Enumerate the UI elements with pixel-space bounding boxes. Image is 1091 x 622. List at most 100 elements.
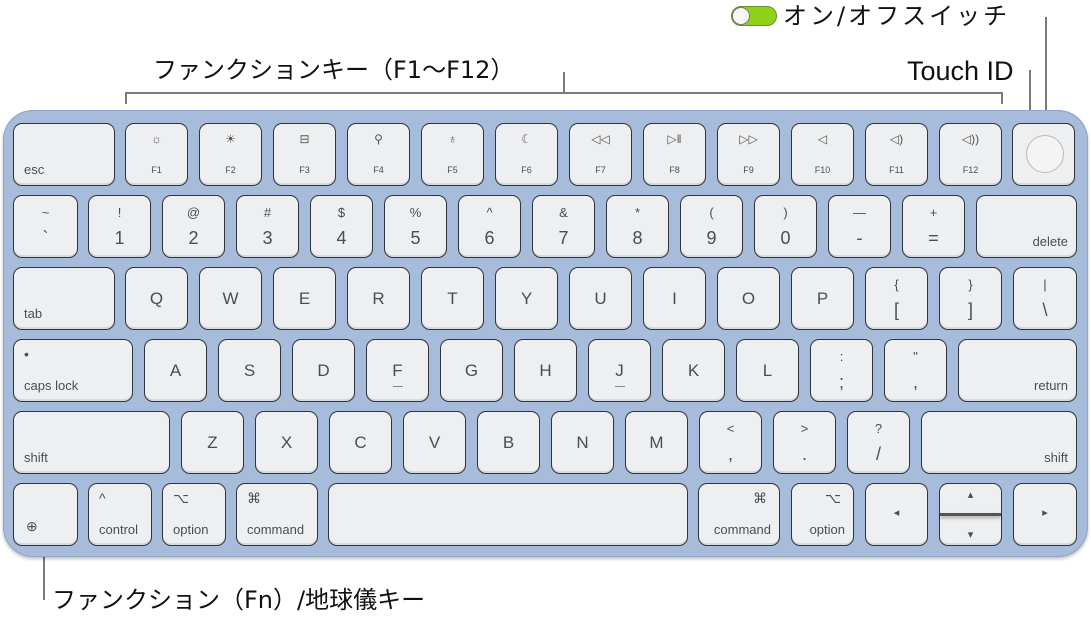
bracket-right-tick	[1001, 92, 1003, 104]
key-f9[interactable]: ▷▷ F9	[717, 123, 780, 186]
key-v[interactable]: V	[403, 411, 466, 474]
power-switch-toggle-icon	[731, 6, 777, 26]
key-symbol: 8	[632, 228, 643, 248]
key-o[interactable]: O	[717, 267, 780, 330]
key-a[interactable]: A	[144, 339, 207, 402]
toggle-knob	[732, 7, 750, 25]
key-e[interactable]: E	[273, 267, 336, 330]
key-0[interactable]: ) 0	[754, 195, 817, 258]
key-f8[interactable]: ▷‖ F8	[643, 123, 706, 186]
key-1[interactable]: ! 1	[88, 195, 151, 258]
key-letter: H	[539, 361, 552, 380]
key-q[interactable]: Q	[125, 267, 188, 330]
key-5[interactable]: % 5	[384, 195, 447, 258]
key-[[interactable]: {[	[865, 267, 928, 330]
key-r[interactable]: R	[347, 267, 410, 330]
key-/[interactable]: ? /	[847, 411, 910, 474]
key-f1[interactable]: ☼ F1	[125, 123, 188, 186]
key-,[interactable]: <,	[699, 411, 762, 474]
key-i[interactable]: I	[643, 267, 706, 330]
key-u[interactable]: U	[569, 267, 632, 330]
key-f5[interactable]: ♁ F5	[421, 123, 484, 186]
key-h[interactable]: H	[514, 339, 577, 402]
key-shift-symbol: |	[1043, 277, 1047, 292]
key-symbol: .	[801, 444, 807, 464]
key-symbol: ⌘	[753, 490, 767, 506]
key-s[interactable]: S	[218, 339, 281, 402]
key-control[interactable]: control ^	[88, 483, 152, 546]
key-.[interactable]: >.	[773, 411, 836, 474]
key-3[interactable]: #3	[236, 195, 299, 258]
key-label: F9	[743, 165, 754, 175]
key-tab[interactable]: tab	[13, 267, 115, 330]
key-shift-symbol: —	[853, 205, 866, 220]
key--[interactable]: — -	[828, 195, 891, 258]
key-command[interactable]: command ⌘	[236, 483, 318, 546]
fn-globe-key-callout: ファンクション（Fn）/地球儀キー	[52, 586, 426, 614]
key-b[interactable]: B	[477, 411, 540, 474]
key-9[interactable]: (9	[680, 195, 743, 258]
key-x[interactable]: X	[255, 411, 318, 474]
key-f[interactable]: F	[366, 339, 429, 402]
key-f4[interactable]: ⚲ F4	[347, 123, 410, 186]
key-letter: W	[222, 289, 239, 308]
key-,[interactable]: ",	[884, 339, 947, 402]
key-g[interactable]: G	[440, 339, 503, 402]
fn-globe-key[interactable]: ⊕	[13, 483, 78, 546]
key-k[interactable]: K	[662, 339, 725, 402]
key-c[interactable]: C	[329, 411, 392, 474]
key-p[interactable]: P	[791, 267, 854, 330]
key-f2[interactable]: ☀ F2	[199, 123, 262, 186]
key-][interactable]: }]	[939, 267, 1002, 330]
key-;[interactable]: :;	[810, 339, 873, 402]
key-esc[interactable]: esc	[13, 123, 115, 186]
key-shift-symbol: &	[559, 205, 568, 220]
key-f6[interactable]: ☾ F6	[495, 123, 558, 186]
key-j[interactable]: J	[588, 339, 651, 402]
mission-control-icon: ⊟	[299, 132, 310, 146]
key-f7[interactable]: ◁◁ F7	[569, 123, 632, 186]
key-right-return[interactable]: return	[958, 339, 1077, 402]
key-4[interactable]: $4	[310, 195, 373, 258]
key-letter: T	[447, 289, 458, 308]
mute-icon: ◁	[817, 132, 828, 146]
key-t[interactable]: T	[421, 267, 484, 330]
key-right-delete[interactable]: delete	[976, 195, 1077, 258]
key-label: command	[713, 522, 771, 537]
key-n[interactable]: N	[551, 411, 614, 474]
key-right-shift[interactable]: shift	[921, 411, 1077, 474]
brightness-down-icon: ☼	[151, 132, 162, 146]
right-arrow-key[interactable]: ▸	[1013, 483, 1077, 546]
key-6[interactable]: ^ 6	[458, 195, 521, 258]
key-z[interactable]: Z	[181, 411, 244, 474]
up-down-arrow-keys[interactable]: ▴ ▾	[939, 483, 1002, 546]
key-\[interactable]: | \	[1013, 267, 1077, 330]
key-f10[interactable]: ◁ F10	[791, 123, 854, 186]
key-symbol: \	[1042, 300, 1048, 320]
key-`[interactable]: ~ `	[13, 195, 78, 258]
key-f3[interactable]: ⊟ F3	[273, 123, 336, 186]
key-l[interactable]: L	[736, 339, 799, 402]
key-option[interactable]: option ⌥	[162, 483, 226, 546]
key-m[interactable]: M	[625, 411, 688, 474]
key-7[interactable]: & 7	[532, 195, 595, 258]
key-=[interactable]: + =	[902, 195, 965, 258]
key-letter: Z	[207, 433, 218, 452]
key-label: F6	[521, 165, 532, 175]
key-2[interactable]: @2	[162, 195, 225, 258]
key-8[interactable]: * 8	[606, 195, 669, 258]
key-f11[interactable]: ◁) F11	[865, 123, 928, 186]
key-label: F10	[814, 165, 831, 175]
key-letter: V	[428, 433, 441, 452]
key-y[interactable]: Y	[495, 267, 558, 330]
key-right-command[interactable]: command ⌘	[698, 483, 780, 546]
space-bar[interactable]	[328, 483, 688, 546]
touch-id-key[interactable]	[1012, 123, 1075, 186]
left-arrow-key[interactable]: ◂	[865, 483, 928, 546]
key-f12[interactable]: ◁)) F12	[939, 123, 1002, 186]
key-shift[interactable]: shift	[13, 411, 170, 474]
key-caps-lock[interactable]: caps lock •	[13, 339, 133, 402]
key-d[interactable]: D	[292, 339, 355, 402]
key-right-option[interactable]: option ⌥	[791, 483, 854, 546]
key-w[interactable]: W	[199, 267, 262, 330]
